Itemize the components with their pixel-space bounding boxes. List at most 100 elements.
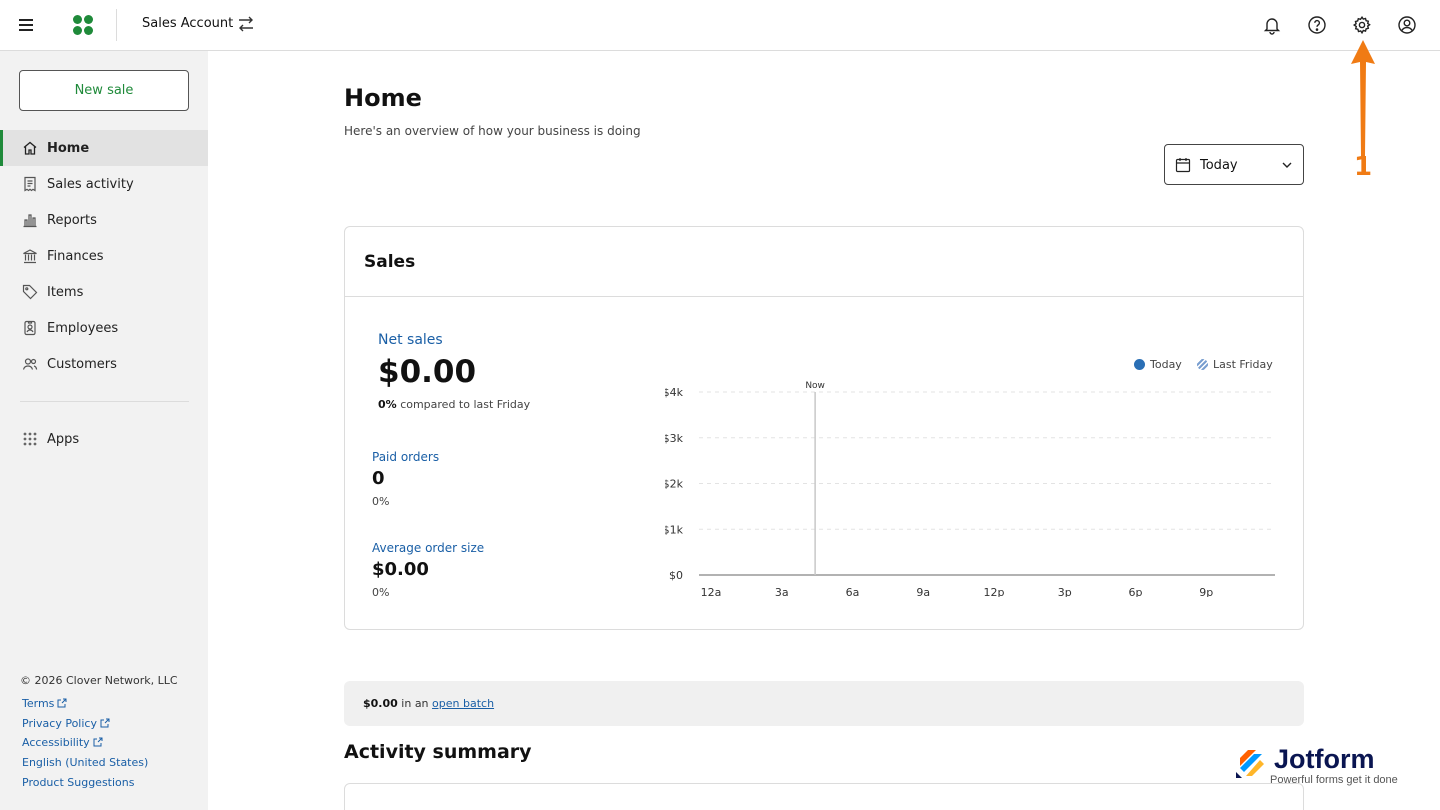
divider: [116, 9, 117, 41]
privacy-policy-link-label: Privacy Policy: [22, 716, 97, 730]
sidebar-apps-section: Apps: [0, 421, 208, 457]
sidebar: New sale Home Sales activity Reports Fin…: [0, 51, 208, 810]
accessibility-link-label: Accessibility: [22, 736, 90, 750]
notifications-bell-icon[interactable]: [1262, 15, 1282, 35]
product-suggestions-link[interactable]: Product Suggestions: [22, 773, 148, 793]
net-sales-value: $0.00: [378, 354, 477, 390]
x-tick-label: 9p: [1199, 586, 1213, 597]
external-link-icon: [57, 698, 67, 708]
net-sales-pct: 0%: [378, 398, 397, 411]
sidebar-item-label: Reports: [47, 212, 97, 228]
avg-order-size-pct: 0%: [372, 586, 390, 599]
bank-icon: [23, 249, 37, 264]
switch-account-icon[interactable]: [236, 14, 256, 34]
language-link[interactable]: English (United States): [22, 753, 148, 773]
copyright-text: © 2026 Clover Network, LLC: [20, 674, 178, 687]
sales-card-header: Sales: [345, 227, 1303, 297]
avg-order-size-value: $0.00: [372, 559, 429, 580]
paid-orders-pct: 0%: [372, 495, 390, 508]
terms-link-label: Terms: [22, 697, 55, 710]
sales-card-title: Sales: [364, 252, 416, 272]
sidebar-item-customers[interactable]: Customers: [0, 346, 208, 382]
sidebar-item-label: Apps: [47, 431, 80, 447]
sidebar-item-reports[interactable]: Reports: [0, 202, 208, 238]
sidebar-item-items[interactable]: Items: [0, 274, 208, 310]
date-range-value: Today: [1200, 158, 1238, 173]
home-icon: [23, 141, 37, 155]
badge-icon: [24, 320, 36, 336]
accessibility-link[interactable]: Accessibility: [22, 733, 148, 753]
page-title: Home: [344, 84, 422, 112]
activity-summary-title: Activity summary: [344, 741, 532, 763]
jotform-logo-icon: [1236, 750, 1264, 778]
sales-card: Sales Net sales $0.00 0% compared to las…: [344, 226, 1304, 630]
sidebar-item-label: Home: [47, 140, 90, 156]
sidebar-item-finances[interactable]: Finances: [0, 238, 208, 274]
sidebar-item-employees[interactable]: Employees: [0, 310, 208, 346]
open-batch-banner: $0.00 in an open batch: [344, 681, 1304, 726]
x-tick-label: 12a: [701, 586, 722, 597]
people-icon: [22, 358, 38, 370]
external-link-icon: [93, 737, 103, 747]
jotform-watermark: Jotform Powerful forms get it done: [1232, 744, 1412, 790]
net-sales-label[interactable]: Net sales: [378, 332, 443, 348]
annotation-arrow-icon: [1351, 40, 1375, 156]
paid-orders-label[interactable]: Paid orders: [372, 450, 439, 464]
now-marker-label: Now: [805, 381, 825, 391]
user-account-icon[interactable]: [1397, 15, 1417, 35]
bar-chart-icon: [23, 214, 37, 228]
activity-summary-card: [344, 783, 1304, 810]
x-tick-label: 6a: [846, 586, 860, 597]
y-tick-label: $3k: [665, 432, 684, 445]
sidebar-divider: [20, 401, 189, 402]
open-batch-link[interactable]: open batch: [432, 697, 494, 710]
external-link-icon: [100, 718, 110, 728]
top-bar: Sales Account: [0, 0, 1440, 51]
calendar-icon: [1175, 158, 1191, 173]
sidebar-item-home[interactable]: Home: [0, 130, 208, 166]
x-tick-label: 3a: [775, 586, 789, 597]
batch-in-text: in an: [401, 697, 429, 710]
terms-link[interactable]: Terms: [22, 694, 148, 714]
new-sale-button[interactable]: New sale: [19, 70, 189, 111]
sidebar-item-sales-activity[interactable]: Sales activity: [0, 166, 208, 202]
x-tick-label: 6p: [1129, 586, 1143, 597]
sidebar-item-label: Finances: [47, 248, 104, 264]
help-icon[interactable]: [1307, 15, 1327, 35]
batch-text: $0.00 in an open batch: [363, 697, 494, 710]
footer-links: Terms Privacy Policy Accessibility Engli…: [22, 694, 148, 792]
paid-orders-value: 0: [372, 468, 385, 489]
y-tick-label: $1k: [665, 523, 684, 536]
chevron-down-icon: [1282, 162, 1292, 168]
x-tick-label: 12p: [984, 586, 1005, 597]
sidebar-item-label: Customers: [47, 356, 117, 372]
jotform-brand: Jotform: [1274, 744, 1375, 774]
jotform-tagline: Powerful forms get it done: [1270, 774, 1398, 786]
net-sales-compare-text: compared to last Friday: [400, 398, 531, 411]
account-name[interactable]: Sales Account: [142, 16, 233, 31]
clover-logo-icon[interactable]: [72, 14, 94, 36]
sidebar-nav: Home Sales activity Reports Finances Ite…: [0, 130, 208, 382]
privacy-policy-link[interactable]: Privacy Policy: [22, 714, 148, 734]
settings-gear-icon[interactable]: [1352, 15, 1372, 35]
sidebar-item-label: Items: [47, 284, 84, 300]
sidebar-item-label: Sales activity: [47, 176, 134, 192]
y-tick-label: $0: [669, 569, 683, 582]
x-tick-label: 9a: [916, 586, 930, 597]
tag-icon: [22, 284, 38, 300]
sales-chart: $0 $1k $2k $3k $4k 12a 3a 6a 9a 12p 3p 6p 9p Now: [665, 381, 1275, 597]
sidebar-item-apps[interactable]: Apps: [0, 421, 208, 457]
batch-amount: $0.00: [363, 697, 398, 710]
sidebar-item-label: Employees: [47, 320, 119, 336]
avg-order-size-label[interactable]: Average order size: [372, 541, 484, 555]
hamburger-menu-icon[interactable]: [15, 14, 37, 36]
net-sales-comparison: 0% compared to last Friday: [378, 398, 530, 411]
page-subtitle: Here's an overview of how your business …: [344, 124, 641, 138]
apps-grid-icon: [23, 432, 37, 446]
y-tick-label: $4k: [665, 386, 684, 399]
date-range-dropdown[interactable]: Today: [1164, 144, 1304, 185]
y-tick-label: $2k: [665, 478, 684, 491]
annotation-step-number: 1: [1354, 152, 1373, 182]
receipt-icon: [24, 176, 36, 192]
x-tick-label: 3p: [1058, 586, 1072, 597]
